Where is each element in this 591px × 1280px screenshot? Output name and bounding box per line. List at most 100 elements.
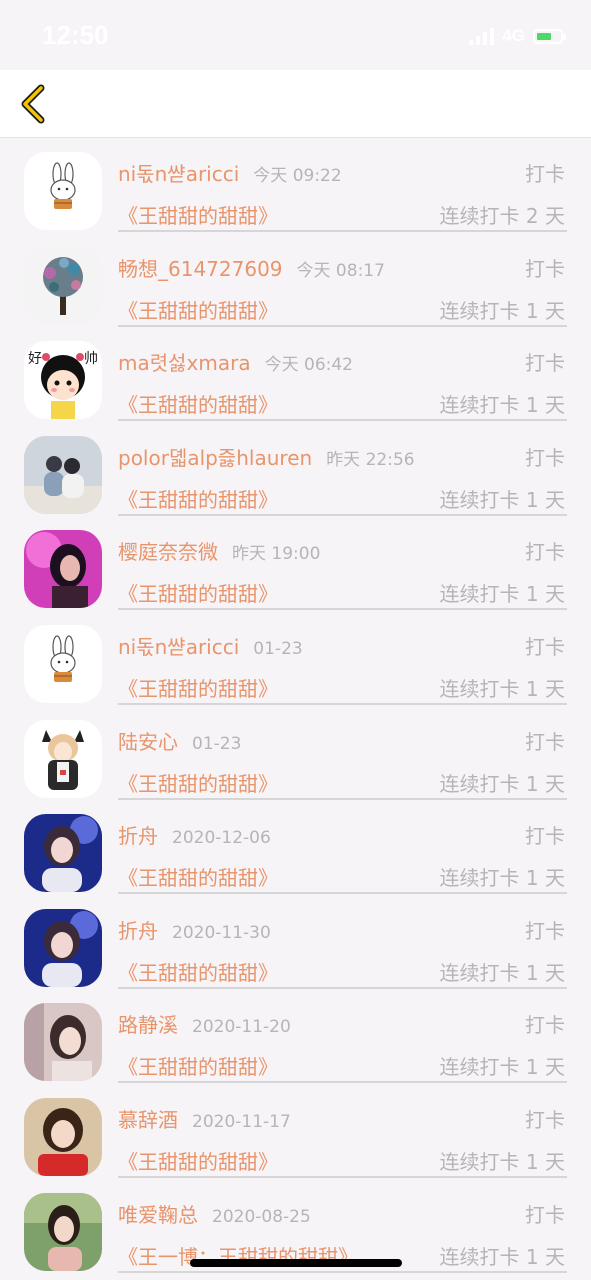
signal-icon <box>469 27 495 45</box>
user-name-line: 唯爱鞠总 2020-08-25 <box>118 1199 311 1228</box>
avatar[interactable] <box>24 624 102 703</box>
user-name[interactable]: 畅想_614727609 <box>118 257 283 281</box>
group-link[interactable]: 《王甜甜的甜甜》 <box>118 1146 278 1175</box>
user-name-line: 畅想_614727609 今天 08:17 <box>118 253 385 282</box>
avatar[interactable] <box>24 1003 102 1082</box>
checkin-row[interactable]: 折舟 2020-11-30 打卡《王甜甜的甜甜》 连续打卡 1 天 <box>0 895 591 990</box>
avatar[interactable] <box>24 1097 102 1176</box>
user-name[interactable]: ni돇n쌷aricci <box>118 635 239 659</box>
avatar[interactable] <box>24 246 102 325</box>
user-name-line: ma렷섫xmara 今天 06:42 <box>118 347 353 376</box>
user-name[interactable]: 折舟 <box>118 824 158 848</box>
user-name[interactable]: 折舟 <box>118 919 158 943</box>
user-name-line: 折舟 2020-11-30 <box>118 915 271 944</box>
row-divider <box>118 1270 567 1273</box>
checkin-action-label: 打卡 <box>525 1013 565 1038</box>
user-name[interactable]: ni돇n쌷aricci <box>118 162 239 186</box>
streak-label: 连续打卡 1 天 <box>439 1055 565 1080</box>
checkin-action-label: 打卡 <box>525 918 565 943</box>
group-link[interactable]: 《王甜甜的甜甜》 <box>118 295 278 324</box>
group-link[interactable]: 《王甜甜的甜甜》 <box>118 1051 278 1080</box>
avatar[interactable] <box>24 1192 102 1271</box>
group-link[interactable]: 《王甜甜的甜甜》 <box>118 389 278 418</box>
checkin-action-label: 打卡 <box>525 162 565 186</box>
network-label: 4G <box>502 26 525 45</box>
checkin-row[interactable]: 好帅 ma렷섫xmara 今天 06:42 打卡 《王甜甜的甜甜》 连续打卡 1 天 <box>0 327 591 422</box>
avatar[interactable] <box>24 719 102 798</box>
user-name[interactable]: 慕辞酒 <box>118 1108 178 1132</box>
group-link[interactable]: 《王甜甜的甜甜》 <box>118 484 278 513</box>
streak-label: 连续打卡 1 天 <box>439 1149 565 1174</box>
user-name-line: 樱庭奈奈微 昨天 19:00 <box>118 536 320 565</box>
user-name[interactable]: 樱庭奈奈微 <box>118 540 218 564</box>
user-name-line: 慕辞酒 2020-11-17 <box>118 1104 291 1133</box>
svg-text:帅: 帅 <box>84 351 98 367</box>
checkin-row[interactable]: 陆安心 01-23 打卡《王甜甜的甜甜》 连续打卡 1 天 <box>0 706 591 801</box>
user-name[interactable]: 唯爱鞠总 <box>118 1203 198 1227</box>
checkin-row[interactable]: 畅想_614727609 今天 08:17 打卡《王甜甜的甜甜》 连续打卡 1 天 <box>0 233 591 328</box>
user-name[interactable]: 陆安心 <box>118 730 178 754</box>
streak-label: 连续打卡 1 天 <box>439 298 565 323</box>
checkin-action-label: 打卡 <box>525 634 565 659</box>
checkin-row[interactable]: 路静溪 2020-11-20 打卡《王甜甜的甜甜》 连续打卡 1 天 <box>0 989 591 1084</box>
checkin-action-label: 打卡 <box>525 540 565 565</box>
group-link[interactable]: 《王甜甜的甜甜》 <box>118 200 278 229</box>
user-name[interactable]: 路静溪 <box>118 1013 178 1037</box>
checkin-action-label: 打卡 <box>525 1107 565 1132</box>
user-name-line: 路静溪 2020-11-20 <box>118 1009 291 1038</box>
group-link[interactable]: 《王甜甜的甜甜》 <box>118 578 278 607</box>
checkin-time: 2020-11-17 <box>192 1111 291 1132</box>
battery-icon <box>533 28 566 44</box>
checkin-time: 昨天 19:00 <box>232 544 321 565</box>
checkin-time: 今天 08:17 <box>296 260 385 281</box>
back-button[interactable] <box>12 82 52 126</box>
checkin-row[interactable]: 樱庭奈奈微 昨天 19:00 打卡 《王甜甜的甜甜》 连续打卡 1 天 <box>0 516 591 611</box>
group-link[interactable]: 《王甜甜的甜甜》 <box>118 862 278 891</box>
user-name[interactable]: ma렷섫xmara <box>118 351 251 375</box>
user-name-line: polor뎳alp즗hlauren 昨天 22:56 <box>118 442 415 471</box>
checkin-action-label: 打卡 <box>525 1202 565 1227</box>
checkin-action-label: 打卡 <box>525 729 565 754</box>
nav-bar <box>0 70 591 138</box>
avatar[interactable] <box>24 530 102 609</box>
chevron-left-icon <box>21 84 45 124</box>
streak-label: 连续打卡 1 天 <box>439 960 565 985</box>
checkin-time: 今天 06:42 <box>264 355 353 376</box>
svg-text:好: 好 <box>28 351 42 367</box>
checkin-time: 2020-11-30 <box>172 922 271 943</box>
avatar[interactable] <box>24 435 102 514</box>
streak-label: 连续打卡 1 天 <box>439 487 565 512</box>
status-time: 12:50 <box>42 20 109 50</box>
user-name[interactable]: polor뎳alp즗hlauren <box>118 446 312 470</box>
avatar[interactable]: 好帅 <box>24 341 102 420</box>
checkin-time: 01-23 <box>192 733 242 754</box>
status-bar: 12:50 4G <box>0 0 591 70</box>
checkin-action-label: 打卡 <box>525 351 565 376</box>
avatar[interactable] <box>24 152 102 230</box>
group-link[interactable]: 《王甜甜的甜甜》 <box>118 673 278 702</box>
checkin-row[interactable]: 慕辞酒 2020-11-17 打卡《王甜甜的甜甜》 连续打卡 1 天 <box>0 1084 591 1179</box>
avatar[interactable] <box>24 814 102 893</box>
group-link[interactable]: 《王甜甜的甜甜》 <box>118 768 278 797</box>
checkin-row[interactable]: 折舟 2020-12-06 打卡 《王甜甜的甜甜》 连续打卡 1 天 <box>0 800 591 895</box>
checkin-action-label: 打卡 <box>525 445 565 470</box>
streak-label: 连续打卡 1 天 <box>439 1244 565 1269</box>
checkin-time: 2020-12-06 <box>172 828 271 849</box>
streak-label: 连续打卡 1 天 <box>439 771 565 796</box>
checkin-time: 2020-08-25 <box>212 1206 311 1227</box>
status-indicators: 4G <box>469 26 566 46</box>
streak-label: 连续打卡 2 天 <box>439 204 565 228</box>
checkin-row[interactable]: polor뎳alp즗hlauren 昨天 22:56 打卡《王甜甜的甜甜》 连续打卡 … <box>0 422 591 517</box>
user-name-line: 折舟 2020-12-06 <box>118 820 271 849</box>
group-link[interactable]: 《王甜甜的甜甜》 <box>118 957 278 986</box>
checkin-action-label: 打卡 <box>525 256 565 281</box>
avatar[interactable] <box>24 908 102 987</box>
checkin-row[interactable]: ni돇n쌷aricci 01-23 打卡 《王甜甜的甜甜》 连续打卡 1 天 <box>0 611 591 706</box>
streak-label: 连续打卡 1 天 <box>439 393 565 418</box>
user-name-line: ni돇n쌷aricci 今天 09:22 <box>118 158 342 187</box>
streak-label: 连续打卡 1 天 <box>439 676 565 701</box>
checkin-time: 2020-11-20 <box>192 1017 291 1038</box>
checkin-action-label: 打卡 <box>525 824 565 849</box>
checkin-list: ni돇n쌷aricci 今天 09:22 打卡 《王甜甜的甜甜》 连续打卡 2 天畅想_… <box>0 138 591 1273</box>
checkin-row[interactable]: ni돇n쌷aricci 今天 09:22 打卡《王甜甜的甜甜》 连续打卡 2 天 <box>0 138 591 233</box>
